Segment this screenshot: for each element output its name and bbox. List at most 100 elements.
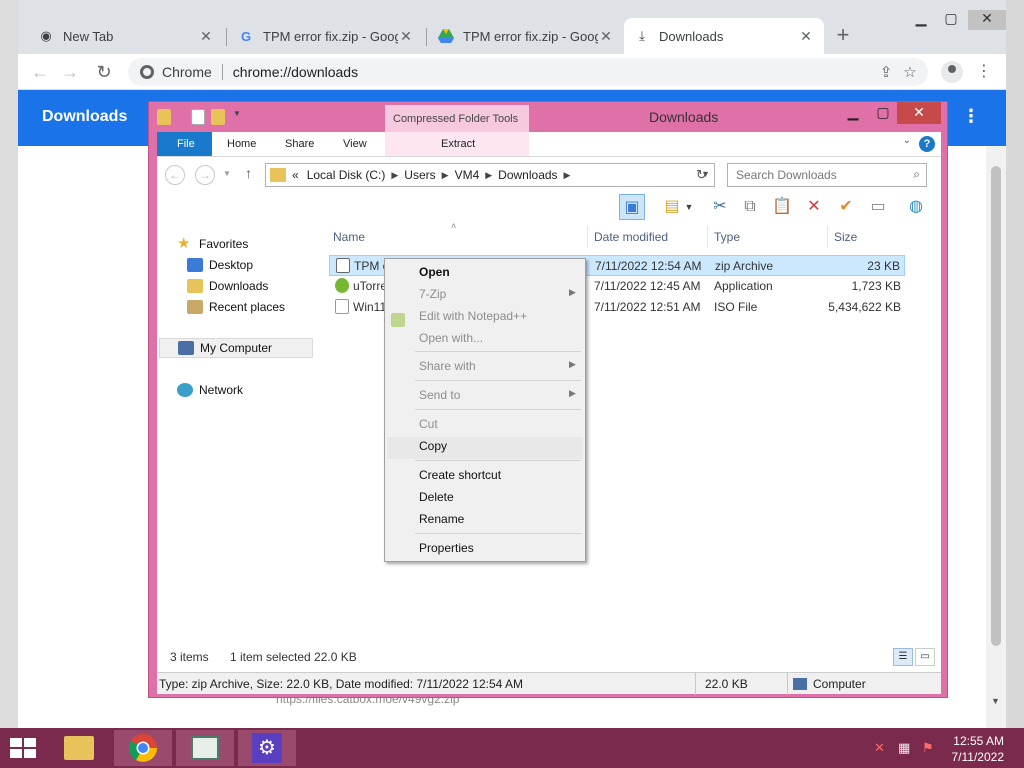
recent-locations-icon[interactable]: ▼	[223, 169, 231, 178]
tab-extract[interactable]: Extract	[427, 132, 489, 156]
forward-button[interactable]: →	[58, 60, 82, 84]
column-header-date[interactable]: Date modified	[594, 230, 668, 244]
path-chevron-icon[interactable]: ▶	[442, 170, 449, 181]
globe-icon[interactable]: ◍	[903, 194, 929, 220]
tab-home[interactable]: Home	[213, 132, 270, 156]
more-actions-icon[interactable]: ⋮	[962, 106, 980, 127]
scrollbar-thumb[interactable]	[991, 166, 1001, 646]
menu-item-cut[interactable]: Cut	[419, 417, 438, 431]
paste-icon[interactable]: 📋	[769, 194, 795, 220]
url-text[interactable]: chrome://downloads	[223, 64, 874, 80]
qat-dropdown-icon[interactable]: ▼	[233, 109, 243, 125]
path-segment[interactable]: Users	[398, 168, 441, 182]
network-tray-icon[interactable]: ▦	[898, 740, 910, 756]
menu-item-edit-notepad[interactable]: Edit with Notepad++	[419, 309, 527, 323]
back-button[interactable]: ←	[28, 60, 52, 84]
scroll-down-icon[interactable]: ▼	[991, 696, 1000, 706]
forward-icon[interactable]: →	[195, 165, 215, 185]
column-divider[interactable]	[827, 226, 828, 248]
close-tab-icon[interactable]: ✕	[398, 28, 414, 45]
minimize-button[interactable]: ▁	[906, 10, 936, 30]
maximize-button[interactable]: ▢	[869, 102, 897, 124]
folder-options-icon[interactable]: ▤	[659, 194, 685, 220]
start-button[interactable]	[10, 738, 38, 758]
minimize-button[interactable]: ▁	[839, 102, 867, 124]
tab-file[interactable]: File	[157, 132, 212, 156]
menu-item-copy[interactable]: Copy	[419, 439, 447, 453]
menu-item-share-with[interactable]: Share with ▶	[419, 359, 576, 373]
delete-icon[interactable]: ✕	[801, 194, 827, 220]
path-chevron-icon[interactable]: ▶	[564, 170, 571, 181]
new-folder-icon[interactable]	[211, 109, 225, 125]
reload-button[interactable]: ↻	[92, 60, 116, 84]
tab-view[interactable]: View	[329, 132, 381, 156]
taskbar-settings[interactable]: ⚙	[238, 730, 296, 766]
column-header-name[interactable]: Name	[333, 230, 365, 244]
nav-downloads[interactable]: Downloads	[187, 276, 268, 296]
taskbar-app[interactable]	[176, 730, 234, 766]
back-icon[interactable]: ←	[165, 165, 185, 185]
properties-icon[interactable]	[191, 109, 205, 125]
path-segment[interactable]: Local Disk (C:)	[301, 168, 392, 182]
address-bar[interactable]: Chrome chrome://downloads ⇪ ☆	[128, 58, 928, 86]
nav-recent-places[interactable]: Recent places	[187, 297, 285, 317]
menu-item-properties[interactable]: Properties	[419, 541, 474, 555]
details-view-icon[interactable]: ☰	[893, 648, 913, 666]
column-header-type[interactable]: Type	[714, 230, 740, 244]
nav-network[interactable]: Network	[177, 380, 243, 400]
cut-icon[interactable]: ✂	[707, 194, 733, 220]
menu-item-7zip[interactable]: 7-Zip ▶	[419, 287, 576, 301]
tab-tpm-drive-2[interactable]: TPM error fix.zip - Google Drive ✕	[428, 18, 624, 54]
search-field[interactable]: Search Downloads ⌕	[727, 163, 927, 187]
checkmark-icon[interactable]: ✔	[833, 194, 859, 220]
system-clock[interactable]: 12:55 AM 7/11/2022	[952, 733, 1005, 765]
path-chevron-icon[interactable]: ▶	[485, 170, 492, 181]
volume-muted-icon[interactable]: ✕	[874, 740, 885, 756]
page-scrollbar[interactable]: ▼	[986, 146, 1006, 728]
close-button[interactable]: ✕	[897, 102, 941, 124]
menu-item-rename[interactable]: Rename	[419, 512, 464, 526]
path-segment[interactable]: Downloads	[492, 168, 563, 182]
menu-item-open[interactable]: Open	[419, 265, 450, 279]
nav-favorites[interactable]: ★ Favorites	[177, 234, 248, 254]
tab-tpm-drive-1[interactable]: G TPM error fix.zip - Google Drive ✕	[228, 18, 424, 54]
explorer-titlebar[interactable]: ▼ Downloads ▁ ▢ ✕	[149, 102, 947, 132]
large-icons-view-icon[interactable]: ▭	[915, 648, 935, 666]
taskbar-file-explorer[interactable]	[50, 730, 108, 766]
close-window-button[interactable]: ✕	[968, 10, 1006, 30]
tab-downloads[interactable]: ⤓ Downloads ✕	[624, 18, 824, 54]
maximize-button[interactable]: ▢	[936, 10, 966, 30]
bookmark-star-icon[interactable]: ☆	[898, 63, 922, 81]
menu-item-delete[interactable]: Delete	[419, 490, 454, 504]
help-icon[interactable]: ?	[919, 136, 935, 152]
action-center-icon[interactable]: ⚑	[922, 740, 934, 756]
column-divider[interactable]	[587, 226, 588, 248]
column-divider[interactable]	[707, 226, 708, 248]
close-tab-icon[interactable]: ✕	[798, 28, 814, 45]
chrome-menu-icon[interactable]: ⋮	[972, 60, 996, 84]
close-tab-icon[interactable]: ✕	[198, 28, 214, 45]
column-header-size[interactable]: Size	[834, 230, 857, 244]
menu-item-send-to[interactable]: Send to ▶	[419, 388, 576, 402]
nav-desktop[interactable]: Desktop	[187, 255, 253, 275]
nav-my-computer[interactable]: My Computer	[159, 338, 313, 358]
new-tab-button[interactable]: +	[830, 24, 856, 48]
taskbar-chrome[interactable]	[114, 730, 172, 766]
path-overflow[interactable]: «	[290, 168, 301, 182]
menu-item-create-shortcut[interactable]: Create shortcut	[419, 468, 501, 482]
close-tab-icon[interactable]: ✕	[598, 28, 614, 45]
expand-ribbon-icon[interactable]: ⌄	[903, 135, 911, 146]
up-one-level-icon[interactable]: ↑	[245, 165, 252, 181]
options-dropdown-icon[interactable]: ▼	[683, 194, 695, 220]
rename-icon[interactable]: ▭	[865, 194, 891, 220]
tab-new-tab[interactable]: ◉ New Tab ✕	[28, 18, 224, 54]
path-chevron-icon[interactable]: ▶	[391, 170, 398, 181]
copy-icon[interactable]: ⧉	[737, 194, 763, 220]
refresh-icon[interactable]: ↻	[689, 163, 715, 187]
address-path[interactable]: « Local Disk (C:) ▶ Users ▶ VM4 ▶ Downloads…	[265, 163, 715, 187]
menu-item-open-with[interactable]: Open with...	[419, 331, 483, 345]
share-icon[interactable]: ⇪	[874, 63, 898, 81]
tab-share[interactable]: Share	[271, 132, 328, 156]
search-icon[interactable]: ⌕	[913, 167, 920, 182]
path-segment[interactable]: VM4	[449, 168, 486, 182]
